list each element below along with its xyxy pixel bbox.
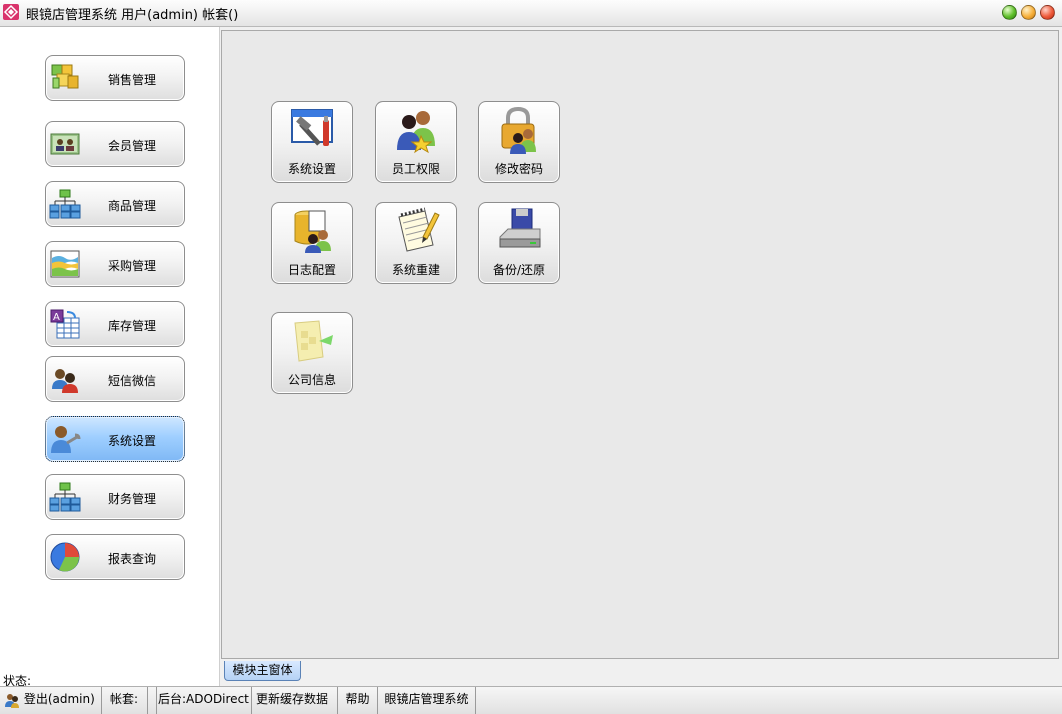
minimize-button[interactable]: [1002, 5, 1017, 20]
title-bar: 眼镜店管理系统 用户(admin) 帐套(): [0, 0, 1062, 27]
company-info-icon: [294, 320, 333, 362]
maximize-button[interactable]: [1021, 5, 1036, 20]
tile-label: 系统设置: [287, 162, 336, 176]
svg-text:A: A: [53, 312, 60, 323]
tile-staff-permissions[interactable]: 员工权限: [375, 101, 457, 183]
tab-module-main-window[interactable]: 模块主窗体: [224, 661, 301, 681]
sidebar-item-sales[interactable]: 销售管理: [45, 55, 185, 101]
sidebar-item-label: 短信微信: [107, 374, 156, 388]
sidebar-item-members[interactable]: 会员管理: [45, 121, 185, 167]
members-card-icon: [50, 133, 80, 155]
tools-window-icon: [291, 109, 333, 146]
app-logo-icon: [3, 4, 19, 20]
sidebar-item-system-settings[interactable]: 系统设置: [45, 416, 185, 462]
sidebar: 销售管理 会员管理 商品管理 采购管理 A 库存管理 短信微信 系统设置 财务管…: [0, 27, 220, 688]
disk-drive-icon: [499, 208, 541, 248]
tile-backup-restore[interactable]: 备份/还原: [478, 202, 560, 284]
refresh-cache-button[interactable]: 更新缓存数据: [252, 687, 338, 714]
sidebar-item-label: 会员管理: [107, 139, 156, 153]
sidebar-item-label: 商品管理: [107, 199, 156, 213]
backend-status: 后台:ADODirect: [154, 687, 252, 714]
sidebar-item-products[interactable]: 商品管理: [45, 181, 185, 227]
inventory-table-icon: A: [50, 309, 80, 339]
org-chart-icon: [49, 189, 81, 219]
tile-label: 公司信息: [287, 373, 336, 387]
tile-label: 日志配置: [287, 263, 336, 277]
pie-chart-icon: [50, 542, 80, 572]
tile-change-password[interactable]: 修改密码: [478, 101, 560, 183]
tile-company-info[interactable]: 公司信息: [271, 312, 353, 394]
tile-system-settings[interactable]: 系统设置: [271, 101, 353, 183]
window-title: 眼镜店管理系统 用户(admin) 帐套(): [26, 8, 239, 23]
tile-system-rebuild[interactable]: 系统重建: [375, 202, 457, 284]
staff-users-icon: [397, 111, 435, 154]
tile-label: 员工权限: [391, 162, 440, 176]
database-users-icon: [294, 210, 331, 253]
sidebar-item-purchase[interactable]: 采购管理: [45, 241, 185, 287]
sidebar-item-label: 销售管理: [107, 73, 156, 87]
tile-label: 备份/还原: [492, 263, 546, 277]
sidebar-item-reports[interactable]: 报表查询: [45, 534, 185, 580]
sidebar-item-label: 财务管理: [107, 492, 156, 506]
sidebar-item-label: 报表查询: [107, 552, 156, 566]
logout-label: 登出(admin): [23, 692, 95, 706]
org-chart-icon: [49, 482, 81, 512]
sidebar-item-finance[interactable]: 财务管理: [45, 474, 185, 520]
account-status: 帐套:: [106, 687, 148, 714]
purchase-chart-icon: [50, 250, 80, 278]
close-button[interactable]: [1040, 5, 1055, 20]
tile-log-config[interactable]: 日志配置: [271, 202, 353, 284]
user-logout-icon: [5, 693, 19, 708]
sidebar-item-label: 采购管理: [107, 259, 156, 273]
help-button[interactable]: 帮助: [338, 687, 378, 714]
padlock-user-icon: [501, 106, 536, 154]
sidebar-item-label: 系统设置: [107, 434, 156, 448]
status-bar: 登出(admin) 帐套: 后台:ADODirect 更新缓存数据 帮助 眼镜店…: [0, 686, 1062, 714]
tile-label: 修改密码: [494, 162, 543, 176]
sidebar-item-inventory[interactable]: A 库存管理: [45, 301, 185, 347]
logout-button[interactable]: 登出(admin): [0, 687, 102, 714]
app-name-status: 眼镜店管理系统: [378, 687, 476, 714]
user-wrench-icon: [51, 426, 81, 453]
tile-label: 系统重建: [391, 263, 440, 277]
sidebar-item-sms-wechat[interactable]: 短信微信: [45, 356, 185, 402]
sidebar-item-label: 库存管理: [107, 319, 156, 333]
module-main-panel: 系统设置 员工权限 修改密码 日志配置 系统重建 备份/还原 公司信息: [221, 30, 1059, 659]
users-sms-icon: [52, 369, 78, 393]
notepad-pencil-icon: [398, 207, 440, 252]
cubes-icon: [51, 64, 79, 89]
